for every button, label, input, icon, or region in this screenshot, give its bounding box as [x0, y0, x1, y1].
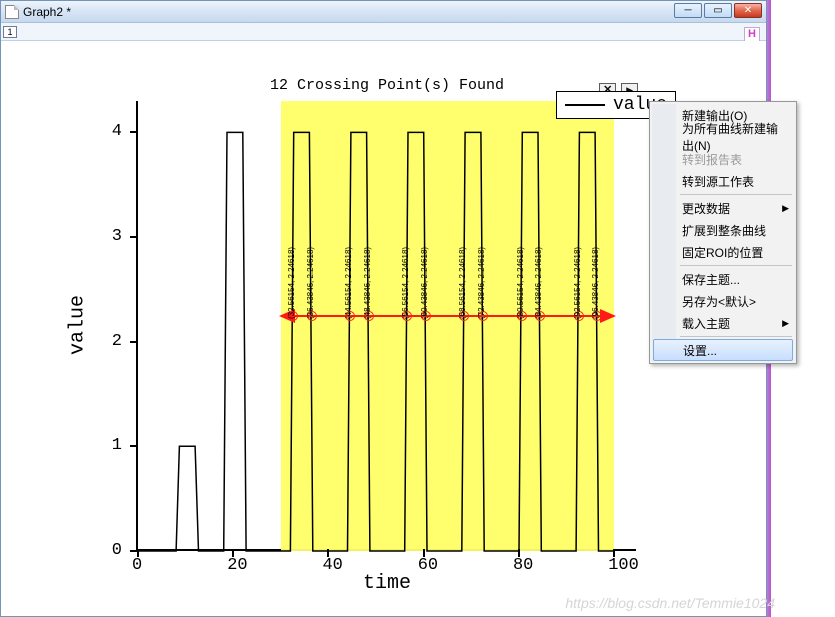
- maximize-button[interactable]: ▭: [704, 3, 732, 18]
- menu-item-label: 载入主题: [682, 315, 730, 332]
- y-axis-label: value: [68, 101, 88, 549]
- menu-item-label: 固定ROI的位置: [682, 244, 763, 261]
- menu-separator: [680, 194, 792, 195]
- crossing-point-label: (56.56154, 2.24618): [401, 247, 410, 319]
- crossing-point-label: (36.43846, 2.24618): [306, 247, 315, 319]
- menu-item[interactable]: 保存主题...: [652, 268, 794, 290]
- menu-item-label: 扩展到整条曲线: [682, 222, 766, 239]
- h-button[interactable]: H: [744, 27, 760, 42]
- crossing-point-label: (80.56154, 2.24618): [516, 247, 525, 319]
- x-tick-label: 80: [513, 556, 533, 575]
- y-tick-label: 4: [112, 122, 122, 141]
- x-tick-label: 60: [418, 556, 438, 575]
- menu-item-label: 更改数据: [682, 200, 730, 217]
- watermark: https://blog.csdn.net/Temmie1024: [565, 595, 775, 611]
- menu-item-label: 保存主题...: [682, 271, 740, 288]
- plot[interactable]: ✕ ▶ 12 Crossing Point(s) Found time valu…: [136, 101, 636, 551]
- menu-item[interactable]: 为所有曲线新建输出(N): [652, 126, 794, 148]
- close-button[interactable]: ✕: [734, 3, 762, 18]
- frame-indicator[interactable]: 1: [3, 26, 17, 38]
- crossing-point-label: (96.43846, 2.24618): [591, 247, 600, 319]
- document-icon: [5, 5, 19, 19]
- menu-item[interactable]: 更改数据 ▶: [652, 197, 794, 219]
- menu-item[interactable]: 固定ROI的位置: [652, 241, 794, 263]
- legend-line-icon: [565, 104, 605, 106]
- menu-item: 转到报告表: [652, 148, 794, 170]
- minimize-button[interactable]: ─: [674, 3, 702, 18]
- x-tick-label: 100: [608, 556, 639, 575]
- crossing-point-label: (92.56154, 2.24618): [573, 247, 582, 319]
- x-axis-label: time: [138, 572, 636, 595]
- crossing-point-label: (32.56154, 2.24618): [287, 247, 296, 319]
- menu-item-label: 另存为<默认>: [682, 293, 756, 310]
- data-line: [138, 101, 636, 549]
- menu-item[interactable]: 载入主题 ▶: [652, 312, 794, 334]
- x-tick-label: 20: [227, 556, 247, 575]
- crossing-point-label: (44.56154, 2.24618): [344, 247, 353, 319]
- crossing-point-label: (48.43846, 2.24618): [363, 247, 372, 319]
- y-tick-label: 1: [112, 436, 122, 455]
- menu-item[interactable]: 另存为<默认>: [652, 290, 794, 312]
- toolbar: 1: [1, 23, 766, 41]
- menu-item-label: 设置...: [683, 342, 717, 359]
- context-menu: 新建输出(O)为所有曲线新建输出(N)转到报告表转到源工作表更改数据▶扩展到整条…: [649, 101, 797, 364]
- menu-item[interactable]: 转到源工作表: [652, 170, 794, 192]
- menu-item-label: 转到报告表: [682, 151, 742, 168]
- crossing-point-label: (84.43846, 2.24618): [534, 247, 543, 319]
- crossing-point-label: (72.43846, 2.24618): [477, 247, 486, 319]
- y-tick-label: 2: [112, 332, 122, 351]
- submenu-arrow-icon: ▶: [782, 203, 789, 214]
- submenu-arrow-icon: ▶: [782, 318, 789, 329]
- crossing-line[interactable]: [281, 315, 614, 317]
- x-tick-label: 0: [132, 556, 142, 575]
- menu-item-label: 转到源工作表: [682, 173, 754, 190]
- window-title: Graph2 *: [23, 5, 71, 19]
- y-tick-label: 3: [112, 227, 122, 246]
- menu-separator: [680, 336, 792, 337]
- menu-item[interactable]: 设置...: [653, 339, 793, 361]
- menu-separator: [680, 265, 792, 266]
- crossing-point-label: (68.56154, 2.24618): [458, 247, 467, 319]
- crossing-point-label: (60.43846, 2.24618): [420, 247, 429, 319]
- titlebar[interactable]: Graph2 * ─ ▭ ✕: [1, 1, 766, 23]
- menu-item[interactable]: 扩展到整条曲线: [652, 219, 794, 241]
- x-tick-label: 40: [322, 556, 342, 575]
- y-tick-label: 0: [112, 541, 122, 560]
